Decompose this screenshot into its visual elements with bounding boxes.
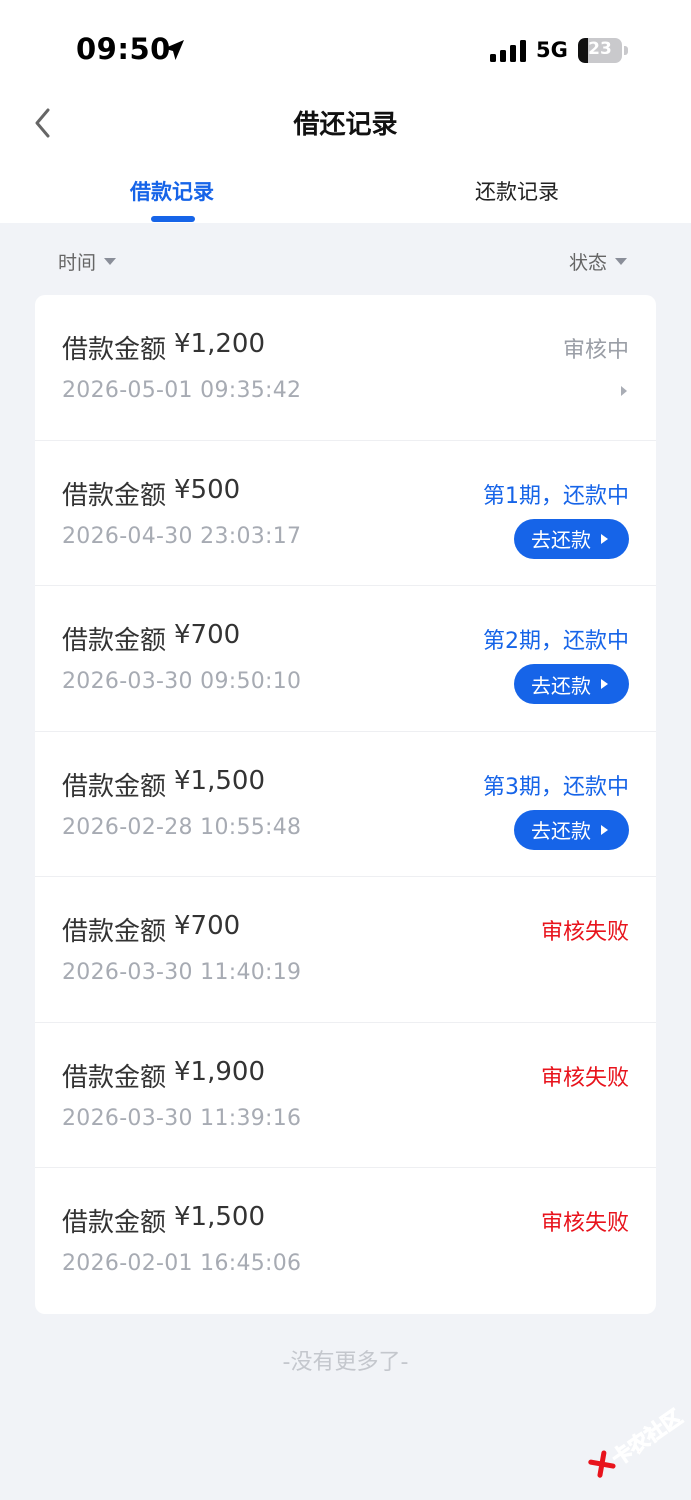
watermark-text: 卡农社区 [607, 1404, 687, 1471]
watermark: 卡农社区 [572, 1389, 691, 1500]
loan-record-item[interactable]: 借款金额 ¥1,500 2026-02-01 16:45:06 审核失败 [35, 1168, 656, 1314]
loan-record-item[interactable]: 借款金额 ¥1,900 2026-03-30 11:39:16 审核失败 [35, 1023, 656, 1168]
battery-level: 23 [588, 39, 612, 59]
loan-record-item[interactable]: 借款金额 ¥1,200 2026-05-01 09:35:42 审核中 [35, 295, 656, 441]
loan-amount: ¥1,500 [174, 765, 265, 796]
status-bar: 09:50 5G 23 [0, 0, 691, 100]
battery-icon: 23 [578, 38, 628, 63]
repay-button-label: 去还款 [531, 528, 591, 552]
loan-time: 2026-02-01 16:45:06 [62, 1251, 302, 1276]
loan-status: 审核失败 [540, 1065, 629, 1091]
amount-label: 借款金额 [62, 626, 167, 656]
loan-status: 审核失败 [540, 1211, 629, 1236]
chevron-right-icon [621, 386, 627, 396]
loan-record-item[interactable]: 借款金额 ¥700 2026-03-30 09:50:10 第2期，还款中 去还… [35, 586, 656, 732]
loan-time: 2026-03-30 11:40:19 [62, 960, 302, 985]
loan-status: 第2期，还款中 [483, 629, 629, 654]
caret-down-icon [104, 258, 117, 265]
network-type: 5G [536, 38, 568, 62]
filter-time-label: 时间 [58, 252, 97, 274]
loan-time: 2026-03-30 09:50:10 [62, 669, 302, 694]
filter-status-label: 状态 [568, 252, 607, 274]
play-arrow-icon [601, 679, 608, 689]
repay-button-label: 去还款 [531, 673, 591, 698]
loan-amount: ¥700 [174, 911, 241, 941]
amount-label: 借款金额 [62, 1208, 167, 1238]
filter-status[interactable]: 状态 [569, 248, 627, 275]
loan-record-item[interactable]: 借款金额 ¥500 2026-04-30 23:03:17 第1期，还款中 去还… [35, 441, 656, 586]
repay-button-label: 去还款 [531, 819, 591, 843]
amount-label: 借款金额 [62, 480, 167, 511]
status-time: 09:50 [76, 32, 171, 66]
location-arrow-icon [164, 40, 184, 60]
loan-time: 2026-02-28 10:55:48 [62, 814, 302, 840]
loan-status: 审核失败 [540, 920, 629, 945]
loan-amount: ¥1,200 [174, 329, 265, 359]
loan-amount: ¥700 [174, 620, 241, 650]
amount-label: 借款金额 [62, 917, 167, 947]
no-more-text: -没有更多了- [282, 1350, 409, 1375]
loan-record-item[interactable]: 借款金额 ¥700 2026-03-30 11:40:19 审核失败 [35, 877, 656, 1023]
page-title: 借还记录 [293, 110, 398, 140]
active-tab-indicator [151, 216, 195, 222]
repay-button[interactable]: 去还款 [514, 518, 629, 559]
loan-status: 第3期，还款中 [483, 774, 629, 800]
caret-down-icon [615, 258, 627, 265]
amount-label: 借款金额 [62, 335, 167, 365]
loan-amount: ¥1,900 [174, 1056, 265, 1087]
cellular-signal-icon [490, 40, 526, 62]
loan-status: 第1期，还款中 [483, 483, 629, 509]
amount-label: 借款金额 [62, 1062, 167, 1093]
loan-amount: ¥1,500 [174, 1202, 265, 1232]
repay-button[interactable]: 去还款 [514, 664, 629, 704]
loan-record-list: 借款金额 ¥1,200 2026-05-01 09:35:42 审核中 借款金额… [35, 295, 656, 1314]
loan-status: 审核中 [562, 338, 629, 363]
tab-borrow-records[interactable]: 借款记录 [72, 176, 272, 206]
amount-label: 借款金额 [62, 771, 167, 802]
loan-amount: ¥500 [174, 474, 241, 505]
tab-repay-records[interactable]: 还款记录 [417, 176, 617, 206]
repay-button[interactable]: 去还款 [514, 809, 629, 850]
play-arrow-icon [601, 533, 608, 544]
loan-record-item[interactable]: 借款金额 ¥1,500 2026-02-28 10:55:48 第3期，还款中 … [35, 732, 656, 877]
header-area: 09:50 5G 23 借还记录 借款记录 还款记录 [0, 0, 691, 223]
loan-time: 2026-03-30 11:39:16 [62, 1105, 302, 1131]
filter-time[interactable]: 时间 [58, 248, 117, 275]
play-arrow-icon [601, 824, 608, 835]
loan-time: 2026-04-30 23:03:17 [62, 523, 302, 549]
loan-time: 2026-05-01 09:35:42 [62, 378, 302, 403]
